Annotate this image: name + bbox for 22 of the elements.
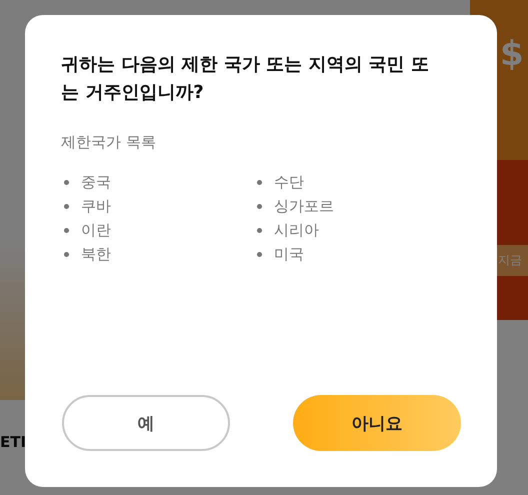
bullet-icon [257, 180, 262, 184]
country-name: 쿠바 [81, 196, 111, 216]
background-text: ETI [0, 433, 26, 451]
bullet-icon [64, 204, 69, 208]
dialog-title: 귀하는 다음의 제한 국가 또는 지역의 국민 또는 거주인입니까? [61, 53, 429, 105]
country-name: 시리아 [274, 220, 319, 240]
country-name: 미국 [274, 244, 304, 264]
country-name: 이란 [81, 220, 111, 240]
country-name: 수단 [274, 172, 304, 192]
bullet-icon [64, 180, 69, 184]
bullet-icon [64, 228, 69, 232]
country-name: 중국 [81, 172, 111, 192]
list-heading: 제한국가 목록 [61, 133, 157, 152]
no-button[interactable]: 아니요 [293, 395, 461, 451]
country-name: 싱가포르 [274, 196, 334, 216]
yes-button[interactable]: 예 [62, 395, 230, 451]
bullet-icon [64, 252, 69, 256]
bullet-icon [257, 204, 262, 208]
bullet-icon [257, 252, 262, 256]
bullet-icon [257, 228, 262, 232]
banner-symbol: $ [500, 34, 524, 74]
country-name: 북한 [81, 244, 111, 264]
